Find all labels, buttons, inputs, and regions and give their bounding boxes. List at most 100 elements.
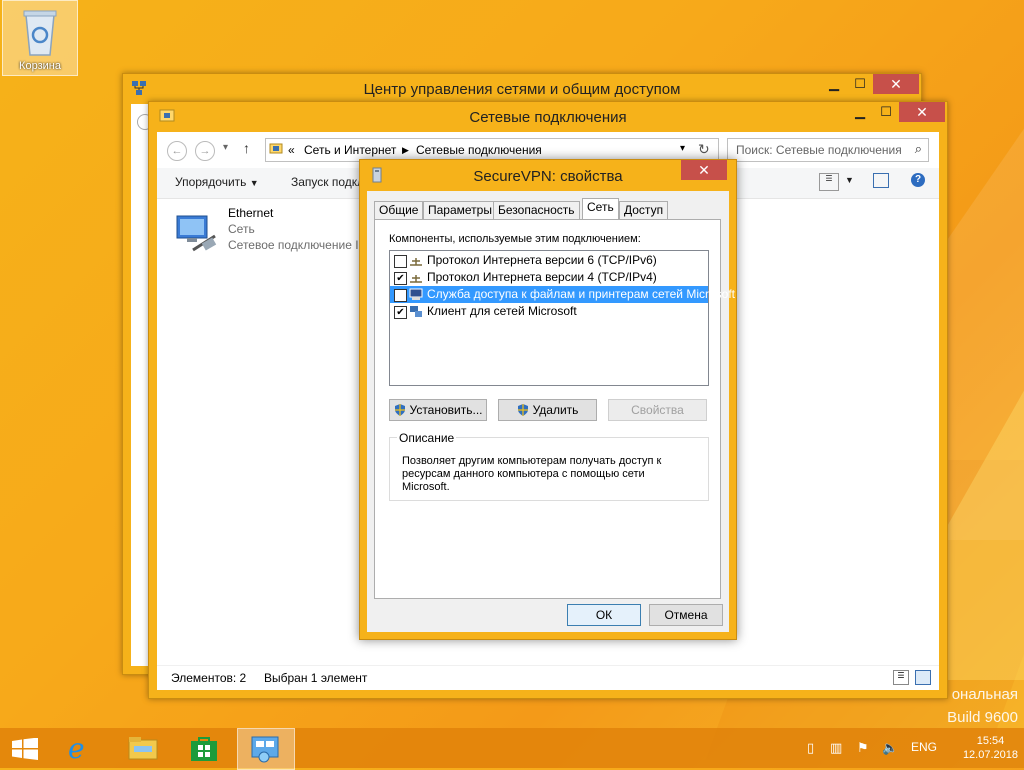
- tray-volume-icon[interactable]: 🔈: [882, 740, 898, 756]
- dialog-title: SecureVPN: свойства: [473, 168, 623, 185]
- back-arrow-icon[interactable]: ←: [167, 141, 187, 161]
- components-label: Компоненты, используемые этим подключени…: [389, 233, 641, 245]
- item-count: Элементов: 2: [171, 671, 247, 685]
- breadcrumb-network-connections[interactable]: Сетевые подключения: [416, 143, 542, 157]
- taskbar-file-explorer[interactable]: [114, 728, 170, 768]
- tray-network-icon[interactable]: ▥: [830, 740, 842, 756]
- component-checkbox[interactable]: [394, 255, 407, 268]
- minimize-button[interactable]: ▁: [847, 102, 873, 122]
- tab-parameters[interactable]: Параметры: [423, 201, 497, 220]
- taskbar-network-connections[interactable]: [237, 728, 295, 770]
- clock-date: 12.07.2018: [962, 749, 1018, 761]
- component-checkbox[interactable]: ✔: [394, 306, 407, 319]
- help-icon[interactable]: ?: [911, 173, 925, 187]
- remove-label: Удалить: [532, 403, 579, 417]
- properties-button[interactable]: Свойства: [608, 399, 707, 421]
- refresh-icon[interactable]: ↻: [698, 141, 710, 158]
- tab-security[interactable]: Безопасность: [493, 201, 580, 220]
- search-icon[interactable]: ⌕: [915, 141, 922, 157]
- store-icon: [191, 737, 217, 761]
- connection-name: Ethernet: [228, 206, 274, 220]
- breadcrumb-separator-icon[interactable]: ▶: [402, 145, 409, 156]
- ethernet-adapter-icon: [176, 215, 217, 252]
- details-view-icon[interactable]: ☰: [893, 670, 909, 685]
- vpn-properties-dialog[interactable]: SecureVPN: свойства ✕ Общие Параметры Бе…: [359, 159, 737, 640]
- dialog-title-bar[interactable]: SecureVPN: свойства ✕: [360, 160, 736, 190]
- launch-connection-button[interactable]: Запуск подкл: [291, 175, 364, 189]
- recycle-bin-desktop-icon[interactable]: Корзина: [2, 0, 78, 76]
- cancel-button[interactable]: Отмена: [649, 604, 723, 626]
- list-item[interactable]: Протокол Интернета версии 6 (TCP/IPv6): [390, 252, 708, 269]
- dialog-content: Общие Параметры Безопасность Доступ Комп…: [367, 191, 735, 632]
- description-legend: Описание: [397, 431, 457, 445]
- tab-general[interactable]: Общие: [374, 201, 424, 220]
- view-options-icon[interactable]: ☰: [819, 173, 839, 191]
- protocol-icon: [410, 258, 422, 266]
- chevron-down-icon: ▼: [249, 178, 259, 188]
- search-box[interactable]: Поиск: Сетевые подключения ⌕: [727, 138, 929, 162]
- window-title: Сетевые подключения: [469, 109, 627, 126]
- title-bar[interactable]: Сетевые подключения ▁ ☐ ✕: [149, 102, 947, 132]
- close-button[interactable]: ✕: [899, 102, 945, 122]
- large-icons-view-icon[interactable]: [915, 670, 931, 685]
- search-input[interactable]: Поиск: Сетевые подключения: [736, 143, 902, 157]
- forward-arrow-icon[interactable]: →: [195, 141, 215, 161]
- connection-network: Сеть: [228, 222, 255, 236]
- recent-dropdown-icon[interactable]: ▾: [223, 142, 228, 153]
- window-title: Центр управления сетями и общим доступом: [363, 81, 681, 98]
- tray-clock[interactable]: 15:54 12.07.2018: [963, 734, 1018, 762]
- start-button[interactable]: [0, 728, 56, 768]
- tab-sharing[interactable]: Доступ: [619, 201, 669, 220]
- ok-button[interactable]: ОК: [567, 604, 641, 626]
- connection-description: Сетевое подключение In: [228, 238, 366, 252]
- breadcrumb-prefix[interactable]: «: [288, 143, 295, 157]
- uac-shield-icon: [394, 404, 405, 416]
- tray-power-icon[interactable]: ▯: [807, 740, 814, 756]
- status-bar: Элементов: 2 Выбран 1 элемент ☰: [157, 665, 939, 690]
- network-tab-panel: Компоненты, используемые этим подключени…: [374, 219, 735, 599]
- taskbar-store[interactable]: [176, 728, 232, 768]
- list-item[interactable]: ✔ Клиент для сетей Microsoft: [390, 303, 708, 320]
- list-item[interactable]: ✔ Протокол Интернета версии 4 (TCP/IPv4): [390, 269, 708, 286]
- windows-logo-icon: [12, 738, 38, 760]
- remove-button[interactable]: Удалить: [498, 399, 597, 421]
- component-checkbox[interactable]: [394, 289, 407, 302]
- minimize-button[interactable]: ▁: [821, 74, 847, 94]
- list-item[interactable]: Служба доступа к файлам и принтерам сете…: [390, 286, 735, 303]
- view-dropdown-icon[interactable]: ▼: [845, 175, 854, 185]
- taskbar-internet-explorer[interactable]: e: [54, 728, 110, 768]
- watermark-line2: Build 9600: [947, 709, 1018, 726]
- breadcrumb-network-internet[interactable]: Сеть и Интернет: [304, 143, 396, 157]
- close-button[interactable]: ✕: [873, 74, 919, 94]
- taskbar: e ▯ ▥ ⚑ 🔈 ENG 15:54 12.07.2018: [0, 728, 1024, 770]
- clock-time: 15:54: [976, 735, 1005, 747]
- address-dropdown-icon[interactable]: ▾: [680, 143, 685, 154]
- maximize-button[interactable]: ☐: [847, 74, 873, 94]
- selected-count: Выбран 1 элемент: [264, 671, 368, 685]
- tray-language[interactable]: ENG: [911, 740, 937, 754]
- preview-pane-icon[interactable]: [873, 173, 889, 188]
- file-printer-service-icon: [409, 288, 423, 300]
- tab-network[interactable]: Сеть: [582, 198, 619, 219]
- component-checkbox[interactable]: ✔: [394, 272, 407, 285]
- up-arrow-icon[interactable]: ↑: [243, 140, 250, 156]
- component-label: Протокол Интернета версии 6 (TCP/IPv6): [427, 253, 657, 267]
- component-label: Клиент для сетей Microsoft: [427, 304, 577, 318]
- network-connections-icon: [251, 736, 279, 763]
- dialog-close-button[interactable]: ✕: [681, 160, 727, 180]
- watermark-line1: ональная: [951, 686, 1018, 703]
- description-text: Позволяет другим компьютерам получать до…: [402, 455, 662, 493]
- maximize-button[interactable]: ☐: [873, 102, 899, 122]
- tray-action-center-icon[interactable]: ⚑: [857, 740, 869, 756]
- organize-menu[interactable]: Упорядочить ▼: [175, 175, 259, 189]
- recycle-bin-icon: [23, 10, 57, 56]
- components-list[interactable]: Протокол Интернета версии 6 (TCP/IPv6) ✔…: [389, 250, 735, 386]
- component-label: Служба доступа к файлам и принтерам сете…: [427, 287, 736, 301]
- protocol-icon: [410, 275, 422, 283]
- location-icon: [269, 143, 283, 154]
- component-label: Протокол Интернета версии 4 (TCP/IPv4): [427, 270, 657, 284]
- install-label: Установить...: [409, 403, 483, 417]
- install-button[interactable]: Установить...: [389, 399, 487, 421]
- recycle-bin-label: Корзина: [19, 60, 61, 72]
- title-bar[interactable]: Центр управления сетями и общим доступом…: [123, 74, 921, 104]
